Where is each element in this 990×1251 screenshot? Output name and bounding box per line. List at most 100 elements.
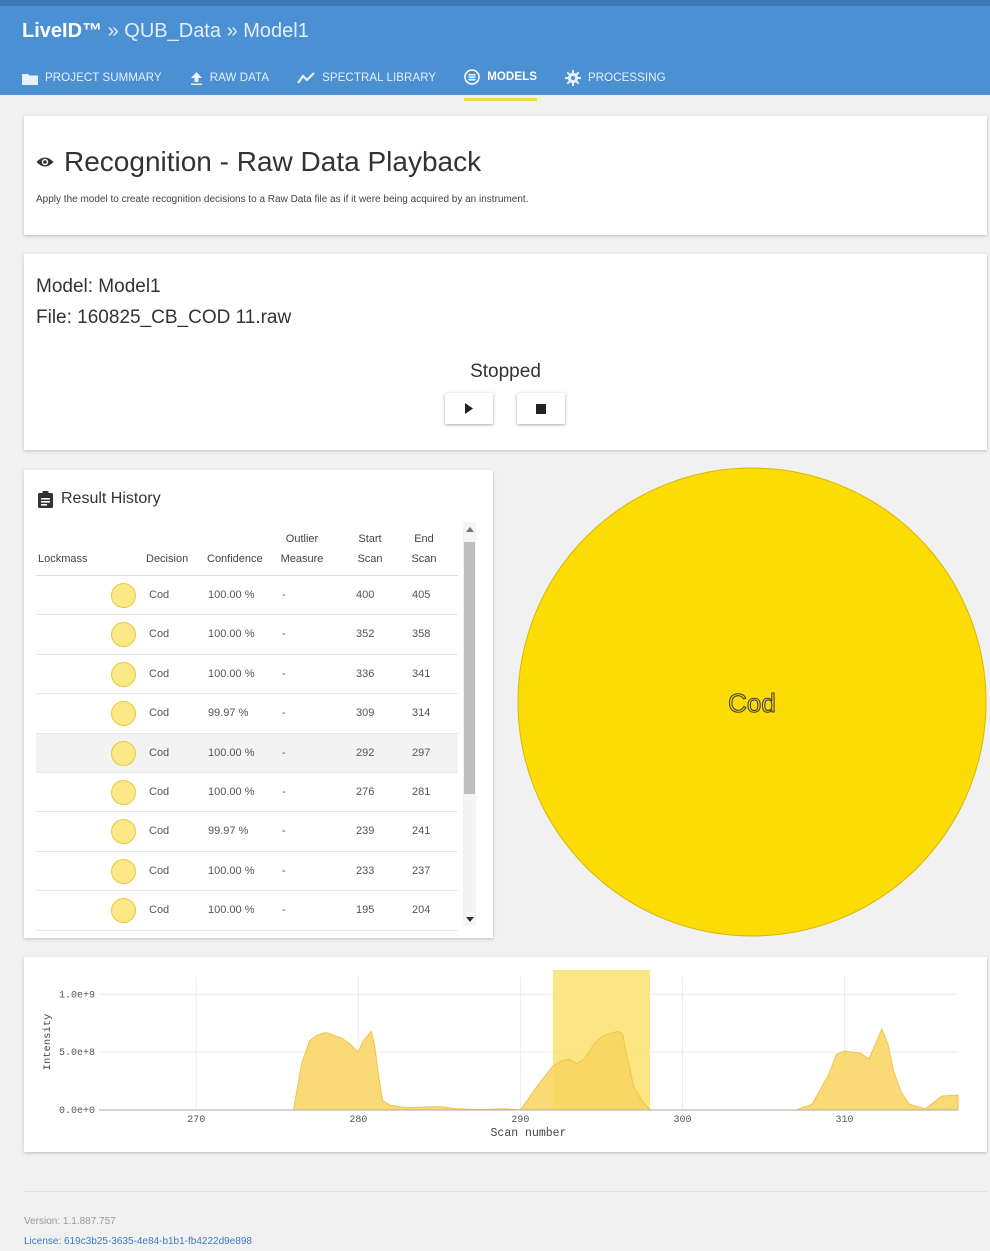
playback-status: Stopped: [470, 361, 541, 382]
license-link[interactable]: License: 619c3b25-3635-4e84-b1b1-fb4222d…: [24, 1236, 252, 1247]
tab-raw-data[interactable]: RAW DATA: [190, 64, 269, 92]
header-end-scan[interactable]: End Scan: [406, 529, 442, 569]
cell-decision: Cod: [149, 707, 170, 720]
cell-outlier: -: [282, 707, 286, 720]
header-start-line1: Start: [358, 533, 382, 545]
tab-label: MODELS: [487, 70, 537, 83]
tab-label: RAW DATA: [209, 72, 270, 84]
cell-outlier: -: [282, 864, 286, 877]
header-start-scan[interactable]: Start Scan: [352, 529, 388, 569]
cell-confidence: 99.97 %: [208, 707, 249, 720]
result-history-card: Result History Lockmass Decision Confide…: [24, 470, 493, 938]
table-row[interactable]: Cod 100.00 % - 292 297: [36, 733, 458, 773]
header-end-line1: End: [414, 533, 434, 545]
decision-color-dot: [111, 701, 136, 727]
y-axis-label: Intensity: [42, 1014, 54, 1071]
stop-button[interactable]: [517, 393, 565, 424]
version-text: Version: 1.1.887.757: [24, 1216, 116, 1227]
playback-card: Model: Model1 File: 160825_CB_COD 11.raw…: [24, 254, 987, 450]
cell-end-scan: 204: [412, 904, 431, 917]
tab-processing[interactable]: PROCESSING: [565, 64, 666, 92]
header-decision[interactable]: Decision: [146, 549, 196, 569]
scroll-down-button[interactable]: [463, 912, 476, 926]
cell-outlier: -: [282, 589, 286, 601]
page-title-text: Recognition - Raw Data Playback: [64, 146, 482, 177]
decision-color-dot: [111, 661, 136, 687]
product-name[interactable]: LiveID™: [22, 20, 102, 42]
table-row[interactable]: Cod 100.00 % - 352 358: [36, 615, 458, 655]
header-outlier-line1: Outlier: [285, 533, 319, 545]
cell-confidence: 99.97 %: [208, 825, 249, 838]
header-outlier-line2: Measure: [280, 553, 324, 565]
cell-end-scan: 281: [412, 785, 431, 798]
pie-svg: Cod: [517, 467, 987, 937]
cell-end-scan: 297: [412, 746, 431, 759]
cell-outlier: -: [282, 746, 286, 759]
x-tick-label: 310: [836, 1115, 854, 1126]
cell-end-scan: 237: [412, 864, 431, 877]
header-lockmass[interactable]: Lockmass: [38, 549, 102, 569]
table-row[interactable]: Cod 100.00 % - 336 341: [36, 655, 458, 695]
header-outlier-measure[interactable]: Outlier Measure: [277, 529, 327, 569]
upload-icon: [190, 71, 203, 85]
tab-spectral-library[interactable]: SPECTRAL LIBRARY: [297, 64, 436, 92]
cell-start-scan: 276: [356, 785, 375, 798]
result-table-header: Lockmass Decision Confidence Outlier Mea…: [36, 528, 458, 576]
main-nav: PROJECT SUMMARY RAW DATA SPECTRAL LIBRAR…: [22, 64, 694, 101]
breadcrumb-separator: »: [226, 20, 238, 42]
decision-color-dot: [111, 858, 136, 884]
cell-decision: Cod: [149, 667, 170, 680]
cell-confidence: 100.00 %: [208, 904, 255, 917]
play-button[interactable]: [445, 393, 493, 424]
cell-outlier: -: [282, 628, 286, 641]
tab-project-summary[interactable]: PROJECT SUMMARY: [22, 64, 162, 92]
cell-decision: Cod: [149, 825, 170, 838]
model-icon: [464, 68, 481, 85]
breadcrumb-project[interactable]: QUB_Data: [124, 20, 221, 42]
cell-confidence: 100.00 %: [208, 589, 255, 601]
header-end-line2: Scan: [411, 553, 437, 565]
caret-down-icon: [465, 916, 474, 922]
breadcrumb-separator: »: [107, 20, 119, 42]
cell-end-scan: 241: [412, 825, 431, 838]
intensity-area-series[interactable]: [99, 1027, 959, 1111]
title-card: Recognition - Raw Data Playback Apply th…: [24, 116, 987, 235]
intensity-chart: 270 280 290 300 310 0.0e+0 5.0e+8 1.0e+9 Scan nu…: [42, 970, 959, 1140]
cell-outlier: -: [282, 785, 286, 798]
header-confidence[interactable]: Confidence: [207, 549, 271, 569]
tab-models[interactable]: MODELS: [464, 64, 537, 101]
table-row[interactable]: Cod 99.97 % - 309 314: [36, 694, 458, 734]
x-axis-label: Scan number: [491, 1127, 567, 1140]
tab-label: PROJECT SUMMARY: [45, 72, 162, 84]
x-tick-label: 280: [349, 1115, 367, 1126]
cell-decision: Cod: [149, 785, 170, 798]
stop-icon: [536, 403, 546, 414]
table-row[interactable]: Cod 100.00 % - 195 204: [36, 891, 458, 931]
scroll-thumb[interactable]: [464, 542, 475, 794]
pie-slice-label: Cod: [728, 688, 776, 718]
caret-up-icon: [465, 526, 474, 532]
table-row[interactable]: Cod 99.97 % - 239 241: [36, 812, 458, 852]
intensity-chart-card: 270 280 290 300 310 0.0e+0 5.0e+8 1.0e+9 Scan nu…: [24, 957, 987, 1152]
table-row[interactable]: Cod 100.00 % - 400 405: [36, 576, 458, 616]
result-scrollbar[interactable]: [463, 522, 476, 926]
cell-decision: Cod: [149, 589, 170, 601]
gear-icon: [565, 70, 581, 86]
x-tick-label: 290: [511, 1115, 529, 1126]
cell-confidence: 100.00 %: [208, 628, 255, 641]
table-row[interactable]: Cod 100.00 % - 276 281: [36, 773, 458, 813]
table-row[interactable]: Cod 100.00 % - 233 237: [36, 852, 458, 892]
header-start-line2: Scan: [357, 553, 383, 565]
cell-end-scan: 358: [412, 628, 431, 641]
clipboard-icon: [38, 490, 53, 508]
footer-divider: [24, 1191, 987, 1192]
page-title: Recognition - Raw Data Playback: [36, 146, 481, 178]
scroll-up-button[interactable]: [463, 522, 476, 536]
cell-outlier: -: [282, 825, 286, 838]
line-chart-icon: [297, 72, 315, 84]
play-icon: [465, 403, 473, 414]
y-tick-label: 0.0e+0: [59, 1106, 95, 1117]
page-description: Apply the model to create recognition de…: [36, 194, 529, 205]
breadcrumb-model[interactable]: Model1: [243, 20, 309, 42]
decision-color-dot: [111, 779, 136, 805]
